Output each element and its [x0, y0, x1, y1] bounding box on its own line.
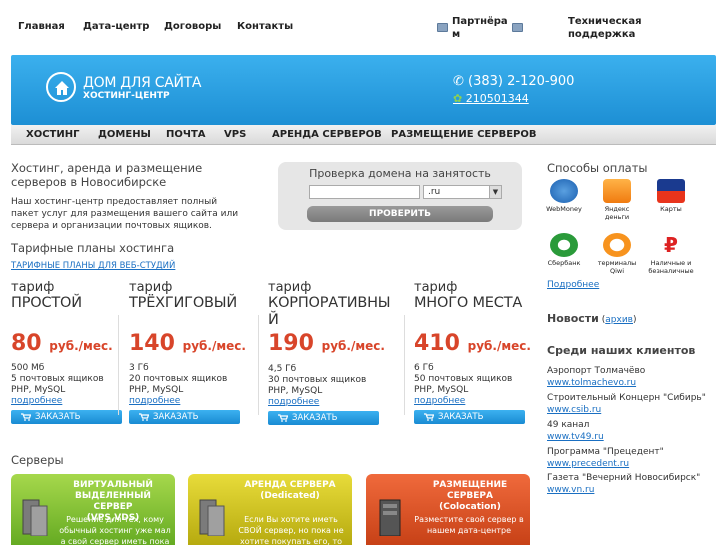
yandex-money-icon	[603, 179, 631, 203]
menu-colocation[interactable]: РАЗМЕЩЕНИЕ СЕРВЕРОВ	[391, 129, 537, 140]
payment-qiwi[interactable]: терминалы Qiwi	[594, 233, 640, 275]
tariff-name: МНОГО МЕСТА	[414, 295, 523, 311]
payment-yandex[interactable]: Яндекс деньги	[594, 179, 640, 221]
domain-check-box: Проверка домена на занятость .ru ▼ ПРОВЕР…	[278, 162, 522, 230]
menu-domains[interactable]: ДОМЕНЫ	[98, 129, 151, 140]
client-link[interactable]: www.csib.ru	[547, 405, 601, 415]
tariff-price: 140 руб./мес.	[129, 331, 246, 356]
tariffs-heading: Тарифные планы хостинга	[11, 241, 175, 255]
sberbank-icon	[550, 233, 578, 257]
cart-icon	[278, 414, 288, 422]
domain-check-title: Проверка домена на занятость	[309, 167, 491, 180]
tariff-more-link[interactable]: подробнее	[129, 396, 180, 406]
client-item: Газета "Вечерний Новосибирск" www.vn.ru	[547, 473, 701, 495]
payment-more-link[interactable]: Подробнее	[547, 280, 599, 290]
server-rack-icon	[196, 496, 228, 537]
client-item: Аэропорт Толмачёво www.tolmachevo.ru	[547, 366, 646, 388]
tariff-name: ПРОСТОЙ	[11, 295, 82, 311]
tariff-price: 80 руб./мес.	[11, 331, 113, 356]
divider	[404, 315, 405, 415]
client-item: 49 канал www.tv49.ru	[547, 420, 604, 442]
cart-icon	[21, 413, 31, 421]
nav-home-link[interactable]: Главная	[18, 21, 65, 32]
menu-vps[interactable]: VPS	[224, 129, 246, 140]
home-logo-icon[interactable]	[46, 72, 76, 102]
menu-server-rent[interactable]: АРЕНДА СЕРВЕРОВ	[272, 129, 382, 140]
support-link[interactable]: Техническая поддержка	[568, 15, 642, 41]
icq-flower-icon: ✿	[453, 92, 466, 105]
client-link[interactable]: www.tolmachevo.ru	[547, 378, 636, 388]
partners-icon	[437, 23, 448, 32]
studio-tariffs-link[interactable]: ТАРИФНЫЕ ПЛАНЫ ДЛЯ ВЕБ-СТУДИЙ	[11, 261, 175, 271]
order-button[interactable]: ЗАКАЗАТЬ	[414, 410, 525, 424]
ruble-icon: ₽	[664, 233, 678, 257]
client-link[interactable]: www.tv49.ru	[547, 432, 604, 442]
brand-subtitle: ХОСТИНГ-ЦЕНТР	[83, 91, 170, 101]
page-title: Хостинг, аренда и размещение серверов в …	[11, 161, 203, 189]
visa-icon	[657, 179, 685, 203]
phone-number: ✆ (383) 2-120-900	[453, 74, 575, 89]
tariff-more-link[interactable]: подробнее	[414, 396, 465, 406]
cart-icon	[424, 413, 434, 421]
client-item: Строительный Концерн "Сибирь" www.csib.ru	[547, 393, 706, 415]
cart-icon	[139, 413, 149, 421]
payment-heading: Способы оплаты	[547, 161, 648, 175]
menu-hosting[interactable]: ХОСТИНГ	[26, 129, 79, 140]
dedicated-card[interactable]: АРЕНДА СЕРВЕРА (Dedicated) Если Вы хотите…	[188, 474, 352, 545]
tariff-name: ТРЁХГИГОВЫЙ	[129, 295, 238, 311]
tariff-price: 190 руб./мес.	[268, 331, 385, 356]
webmoney-icon	[550, 179, 578, 203]
tariff-card: тариф МНОГО МЕСТА 410 руб./мес. 6 Гб 50 …	[414, 280, 531, 424]
servers-heading: Серверы	[11, 453, 64, 467]
support-icon	[512, 23, 523, 32]
client-item: Программа "Прецедент" www.precedent.ru	[547, 447, 664, 469]
tariff-more-link[interactable]: подробнее	[11, 396, 62, 406]
tariff-card: тариф ТРЁХГИГОВЫЙ 140 руб./мес. 3 Гб 20 …	[129, 280, 246, 424]
payment-visa[interactable]: Карты	[648, 179, 694, 213]
nav-contacts-link[interactable]: Контакты	[237, 21, 293, 32]
domain-zone-select[interactable]: .ru ▼	[423, 185, 502, 199]
news-archive-link[interactable]: архив	[605, 315, 633, 325]
divider	[258, 315, 259, 415]
dropdown-arrow-icon: ▼	[489, 186, 501, 198]
header-banner: ДОМ ДЛЯ САЙТА ХОСТИНГ-ЦЕНТР ✆ (383) 2-12…	[11, 55, 716, 125]
tariff-name: КОРПОРАТИВНЫ	[268, 295, 391, 311]
clients-heading: Среди наших клиентов	[547, 344, 696, 357]
tariff-card: тариф ПРОСТОЙ 80 руб./мес. 500 Мб 5 почт…	[11, 281, 122, 424]
qiwi-icon	[603, 233, 631, 257]
icq-link[interactable]: ✿ 210501344	[453, 92, 529, 105]
partners-link[interactable]: Партнёра м	[452, 15, 508, 41]
nav-datacenter-link[interactable]: Дата-центр	[83, 21, 149, 32]
server-rack-icon	[19, 496, 51, 537]
menu-mail[interactable]: ПОЧТА	[166, 129, 206, 140]
order-button[interactable]: ЗАКАЗАТЬ	[268, 411, 379, 425]
tariff-more-link[interactable]: подробнее	[268, 397, 319, 407]
divider	[118, 315, 119, 415]
order-button[interactable]: ЗАКАЗАТЬ	[129, 410, 240, 424]
payment-sberbank[interactable]: Сбербанк	[541, 233, 587, 267]
client-link[interactable]: www.vn.ru	[547, 485, 594, 495]
top-navigation: Главная Дата-центр Договоры Контакты Пар…	[0, 0, 727, 54]
server-rack-icon	[374, 496, 406, 537]
payment-webmoney[interactable]: WebMoney	[541, 179, 587, 213]
tariff-card: тариф КОРПОРАТИВНЫ Й 190 руб./мес. 4,5 Г…	[268, 280, 391, 425]
news-header: Новости (архив)	[547, 312, 637, 325]
nav-contracts-link[interactable]: Договоры	[164, 21, 221, 32]
tariff-price: 410 руб./мес.	[414, 331, 531, 356]
check-domain-button[interactable]: ПРОВЕРИТЬ	[307, 206, 493, 222]
phone-icon: ✆	[453, 74, 469, 89]
services-menu: ХОСТИНГ ДОМЕНЫ ПОЧТА VPS АРЕНДА СЕРВЕРОВ…	[11, 125, 716, 145]
client-link[interactable]: www.precedent.ru	[547, 459, 629, 469]
payment-cash[interactable]: ₽ Наличные и безналичные	[648, 233, 694, 275]
colocation-card[interactable]: РАЗМЕЩЕНИЕ СЕРВЕРА (Colocation) Разместит…	[366, 474, 530, 545]
vps-card[interactable]: ВИРТУАЛЬНЫЙ ВЫДЕЛЕННЫЙ СЕРВЕР (VPS,VDS) Ре…	[11, 474, 175, 545]
intro-text: Наш хостинг-центр предоставляет полный п…	[11, 197, 239, 231]
brand-title: ДОМ ДЛЯ САЙТА	[83, 75, 202, 91]
order-button[interactable]: ЗАКАЗАТЬ	[11, 410, 122, 424]
domain-input[interactable]	[309, 185, 420, 199]
